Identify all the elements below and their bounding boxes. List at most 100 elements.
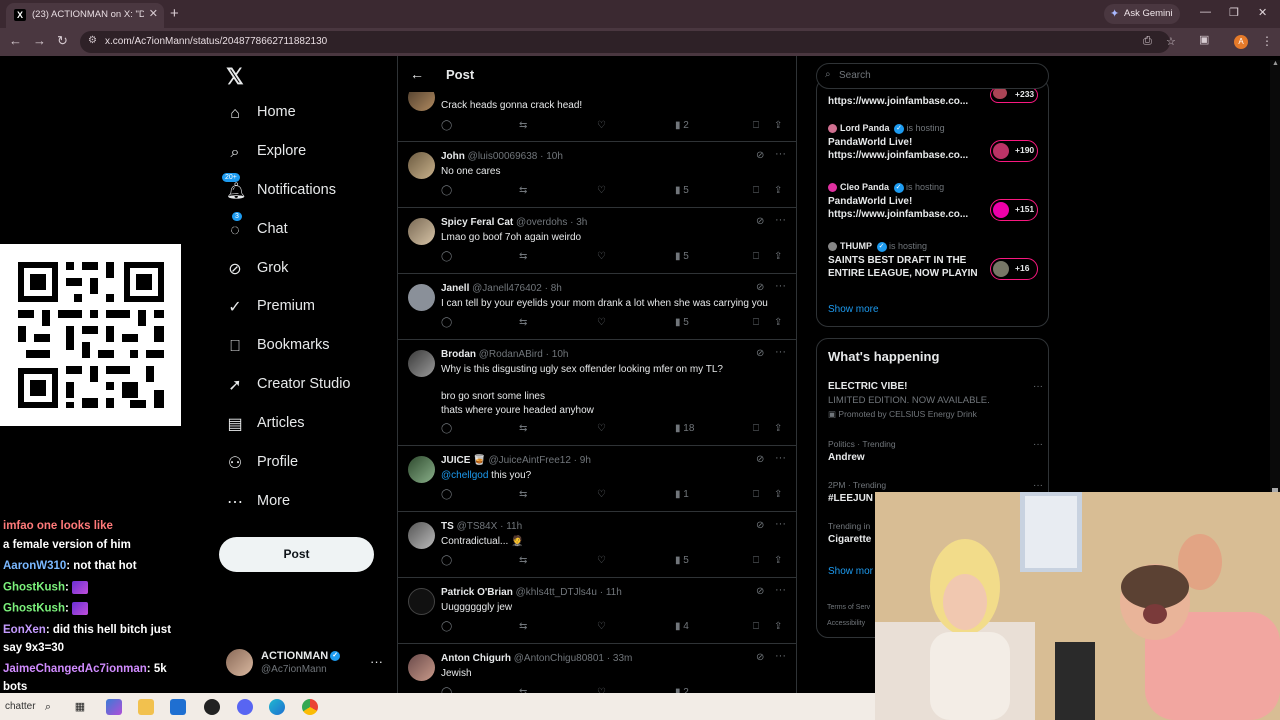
views-icon[interactable]: ▮ 4: [675, 621, 689, 632]
more-icon[interactable]: ···: [1033, 439, 1043, 450]
bookmark-icon[interactable]: ⎕: [753, 423, 759, 434]
bookmark-icon[interactable]: ⎕: [753, 621, 759, 632]
views-icon[interactable]: ▮ 5: [675, 185, 689, 196]
side-panel-icon[interactable]: ▣: [1199, 33, 1209, 46]
accessibility-link[interactable]: Accessibility: [827, 620, 870, 627]
reply-item[interactable]: Spicy Feral Cat @overdohs · 3h Lmao go b…: [398, 208, 796, 274]
more-icon[interactable]: ···: [775, 584, 786, 596]
live-item[interactable]: Cleo Panda ✓ is hosting PandaWorld Live!…: [828, 182, 1043, 232]
repost-icon[interactable]: ⇆: [519, 185, 527, 196]
views-icon[interactable]: ▮ 5: [675, 251, 689, 262]
trend-item[interactable]: Politics · Trending Andrew ···: [828, 439, 1043, 463]
nav-creator-studio[interactable]: ➚ Creator Studio: [226, 373, 386, 403]
search-icon[interactable]: ⌕: [40, 699, 56, 715]
more-icon[interactable]: ···: [775, 280, 786, 292]
repost-icon[interactable]: ⇆: [519, 489, 527, 500]
nav-explore[interactable]: ⌕ Explore: [226, 140, 386, 170]
more-icon[interactable]: ···: [1033, 381, 1043, 392]
site-info-icon[interactable]: ⚙: [88, 35, 97, 46]
share-icon[interactable]: ⇪: [774, 423, 782, 434]
more-icon[interactable]: ···: [1033, 480, 1043, 491]
grok-icon[interactable]: ⊘: [756, 520, 764, 531]
minimize-icon[interactable]: —: [1200, 6, 1211, 18]
nav-bookmarks[interactable]: ⎕ Bookmarks: [226, 334, 386, 364]
ask-gemini-button[interactable]: ✦ Ask Gemini: [1104, 4, 1180, 24]
reply-icon[interactable]: ◯: [441, 489, 452, 500]
bookmark-icon[interactable]: ⎕: [753, 185, 759, 196]
bookmark-icon[interactable]: ⎕: [753, 555, 759, 566]
x-logo-icon[interactable]: 𝕏: [226, 64, 244, 90]
search-input[interactable]: ⌕ Search: [816, 63, 1049, 89]
nav-more[interactable]: ⋯ More: [226, 490, 386, 520]
share-icon[interactable]: ⇪: [774, 317, 782, 328]
reply-item[interactable]: JUICE 🥃 @JuiceAintFree12 · 9h @chellgod …: [398, 446, 796, 512]
obs-icon[interactable]: [204, 699, 220, 715]
task-view-icon[interactable]: ▦: [72, 699, 88, 715]
share-icon[interactable]: ⇪: [774, 489, 782, 500]
repost-icon[interactable]: ⇆: [519, 120, 527, 131]
repost-icon[interactable]: ⇆: [519, 621, 527, 632]
profile-avatar[interactable]: A: [1234, 35, 1248, 49]
grok-icon[interactable]: ⊘: [756, 282, 764, 293]
grok-icon[interactable]: ⊘: [756, 586, 764, 597]
grok-icon[interactable]: ⊘: [756, 454, 764, 465]
scroll-up-arrow-icon[interactable]: ▲: [1272, 60, 1279, 67]
bookmark-icon[interactable]: ⎕: [753, 489, 759, 500]
show-more-link[interactable]: Show mor: [828, 566, 873, 577]
bookmark-icon[interactable]: ⎕: [753, 120, 759, 131]
reply-icon[interactable]: ◯: [441, 555, 452, 566]
bookmark-icon[interactable]: ⎕: [753, 251, 759, 262]
repost-icon[interactable]: ⇆: [519, 555, 527, 566]
edge-icon[interactable]: [269, 699, 285, 715]
window-close-icon[interactable]: ✕: [1258, 6, 1267, 19]
reply-icon[interactable]: ◯: [441, 621, 452, 632]
url-field[interactable]: ⚙ x.com/Ac7ionMann/status/20487786627118…: [80, 31, 1176, 53]
grok-icon[interactable]: ⊘: [756, 150, 764, 161]
chrome-icon[interactable]: [302, 699, 318, 715]
reply-icon[interactable]: ◯: [441, 317, 452, 328]
new-tab-icon[interactable]: +: [170, 5, 179, 22]
bookmark-icon[interactable]: ⎕: [753, 317, 759, 328]
nav-grok[interactable]: ⊘ Grok: [226, 257, 386, 287]
like-icon[interactable]: ♡: [597, 120, 606, 131]
account-switcher[interactable]: ACTIONMAN ✓ @Ac7ionMann ···: [226, 648, 386, 680]
nav-chat[interactable]: ◌ 3 Chat: [226, 212, 386, 248]
more-icon[interactable]: ···: [370, 654, 383, 669]
reply-icon[interactable]: ◯: [441, 185, 452, 196]
more-icon[interactable]: ···: [775, 346, 786, 358]
like-icon[interactable]: ♡: [597, 185, 606, 196]
views-icon[interactable]: ▮ 1: [675, 489, 689, 500]
repost-icon[interactable]: ⇆: [519, 423, 527, 434]
close-icon[interactable]: ✕: [149, 7, 158, 20]
nav-profile[interactable]: ⚇ Profile: [226, 451, 386, 481]
terms-link[interactable]: Terms of Serv: [827, 604, 870, 611]
grok-icon[interactable]: ⊘: [756, 216, 764, 227]
reply-item[interactable]: John @luis00069638 · 10h No one cares ⊘ …: [398, 142, 796, 208]
reply-icon[interactable]: ◯: [441, 423, 452, 434]
like-icon[interactable]: ♡: [597, 317, 606, 328]
grok-icon[interactable]: ⊘: [756, 652, 764, 663]
restore-icon[interactable]: ❐: [1229, 6, 1239, 19]
repost-icon[interactable]: ⇆: [519, 251, 527, 262]
trend-item[interactable]: ELECTRIC VIBE! LIMITED EDITION. NOW AVAI…: [828, 381, 1043, 420]
more-icon[interactable]: ···: [775, 518, 786, 530]
like-icon[interactable]: ♡: [597, 423, 606, 434]
share-icon[interactable]: ⇪: [774, 185, 782, 196]
nav-home[interactable]: ⌂ Home: [226, 101, 386, 131]
more-icon[interactable]: ···: [775, 452, 786, 464]
show-more-link[interactable]: Show more: [828, 304, 879, 315]
like-icon[interactable]: ♡: [597, 621, 606, 632]
discord-icon[interactable]: [237, 699, 253, 715]
views-icon[interactable]: ▮ 5: [675, 317, 689, 328]
like-icon[interactable]: ♡: [597, 251, 606, 262]
back-arrow-icon[interactable]: ←: [410, 66, 424, 82]
share-icon[interactable]: ⇪: [774, 251, 782, 262]
install-icon[interactable]: ⎙: [1143, 35, 1152, 48]
like-icon[interactable]: ♡: [597, 489, 606, 500]
reply-item[interactable]: Brodan @RodanABird · 10h Why is this dis…: [398, 340, 796, 446]
share-icon[interactable]: ⇪: [774, 621, 782, 632]
file-explorer-icon[interactable]: [138, 699, 154, 715]
browser-menu-icon[interactable]: ⋮: [1261, 34, 1273, 48]
taskbar-search-text[interactable]: chatter: [5, 701, 36, 712]
mention-link[interactable]: @chellgod: [441, 470, 488, 481]
